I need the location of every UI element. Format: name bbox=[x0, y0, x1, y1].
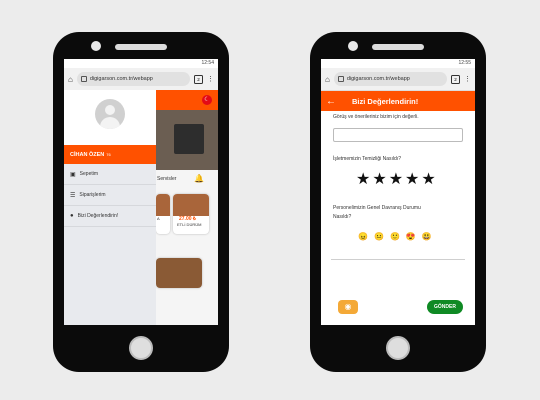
tabs-count-button[interactable]: 2 bbox=[451, 74, 460, 84]
product-name: ETLİ DÜRÜM bbox=[177, 222, 202, 227]
url-text: digigarson.com.tr/webapp bbox=[89, 76, 153, 82]
neutral-face-icon[interactable]: 😐 bbox=[374, 232, 384, 241]
star-icon[interactable]: ★ bbox=[405, 172, 419, 188]
home-button[interactable] bbox=[386, 336, 410, 360]
smile-face-icon[interactable]: 🙂 bbox=[390, 232, 400, 241]
url-bar[interactable]: digigarson.com.tr/webapp bbox=[333, 72, 447, 86]
product-card[interactable]: 27.00 ₺ ETLİ DÜRÜM bbox=[173, 194, 209, 234]
speaker bbox=[115, 44, 167, 50]
tabs-count-button[interactable]: 2 bbox=[194, 74, 203, 84]
lock-icon bbox=[337, 76, 344, 82]
browser-bar: ⌂ digigarson.com.tr/webapp 2 ⋮ bbox=[321, 68, 475, 91]
menu-dots-icon[interactable]: ⋮ bbox=[207, 75, 214, 83]
cleanliness-question: İşletmemizin Temizliği Nasıldı? bbox=[333, 156, 401, 162]
status-bar: 12:54 bbox=[64, 59, 218, 68]
heart-eyes-face-icon[interactable]: 😍 bbox=[406, 232, 416, 241]
status-time: 12:54 bbox=[201, 60, 214, 66]
drawer-item-label: Bizi Değerlendirin! bbox=[77, 213, 119, 219]
status-bar: 12:55 bbox=[321, 59, 475, 68]
drawer-item-bizi-degerlendirin[interactable]: ● Bizi Değerlendirin! bbox=[64, 206, 156, 227]
emoji-rating: 😠 😐 🙂 😍 😃 bbox=[321, 232, 475, 241]
url-bar[interactable]: digigarson.com.tr/webapp bbox=[76, 72, 190, 86]
send-button[interactable]: GÖNDER bbox=[427, 300, 463, 314]
product-image bbox=[156, 194, 170, 216]
front-camera bbox=[91, 41, 101, 51]
bell-icon[interactable]: 🔔 bbox=[194, 174, 204, 183]
status-time: 12:55 bbox=[458, 60, 471, 66]
avatar bbox=[95, 99, 125, 129]
staff-question: Personelimizin Genel Davranış Durumu Nas… bbox=[333, 205, 421, 220]
home-icon[interactable]: ⌂ bbox=[68, 75, 73, 84]
product-image bbox=[156, 258, 202, 288]
user-suffix: 76 bbox=[106, 152, 111, 157]
back-arrow-icon[interactable]: ← bbox=[326, 96, 344, 107]
lock-icon bbox=[80, 76, 87, 82]
drawer-item-siparislerim[interactable]: ☰ Siparişlerim bbox=[64, 185, 156, 206]
product-card[interactable] bbox=[156, 258, 202, 288]
avatar-body bbox=[100, 117, 120, 129]
phone-left: 12:54 ⌂ digigarson.com.tr/webapp 2 ⋮ ☾ S… bbox=[53, 32, 229, 372]
user-name: CİHAN ÖZEN bbox=[70, 152, 105, 158]
turkish-flag-icon[interactable]: ☾ bbox=[202, 95, 212, 105]
product-image bbox=[173, 194, 209, 216]
drawer-item-sepetim[interactable]: ▣ Sepetim bbox=[64, 164, 156, 185]
camera-button[interactable]: ◉ bbox=[338, 300, 358, 314]
feedback-prompt: Görüş ve önerileriniz bizim için değerli… bbox=[333, 114, 419, 120]
angry-face-icon[interactable]: 😠 bbox=[358, 232, 368, 241]
divider bbox=[331, 259, 465, 260]
front-camera bbox=[348, 41, 358, 51]
page-title: Bizi Değerlendirin! bbox=[352, 96, 419, 106]
star-icon[interactable]: ★ bbox=[356, 172, 370, 188]
feedback-input[interactable] bbox=[333, 128, 463, 142]
home-icon[interactable]: ⌂ bbox=[325, 75, 330, 84]
star-icon[interactable]: ★ bbox=[372, 172, 386, 188]
chat-icon: ● bbox=[70, 213, 74, 219]
basket-icon: ▣ bbox=[70, 171, 76, 178]
grin-face-icon[interactable]: 😃 bbox=[422, 232, 432, 241]
camera-icon: ◉ bbox=[344, 302, 352, 311]
hero-image bbox=[154, 110, 218, 170]
phone-right: 12:55 ⌂ digigarson.com.tr/webapp 2 ⋮ ← B… bbox=[310, 32, 486, 372]
drawer-item-label: Siparişlerim bbox=[79, 192, 106, 198]
star-rating: ★ ★ ★ ★ ★ bbox=[321, 172, 475, 188]
services-label[interactable]: Servisler bbox=[157, 176, 176, 182]
product-name: A bbox=[157, 216, 160, 221]
home-button[interactable] bbox=[129, 336, 153, 360]
speaker bbox=[372, 44, 424, 50]
user-name-bar: CİHAN ÖZEN 76 bbox=[64, 145, 156, 164]
list-icon: ☰ bbox=[70, 192, 76, 199]
navigation-drawer: CİHAN ÖZEN 76 ▣ Sepetim ☰ Siparişlerim ● … bbox=[64, 90, 156, 325]
menu-dots-icon[interactable]: ⋮ bbox=[464, 75, 471, 83]
rating-header: ← Bizi Değerlendirin! bbox=[321, 91, 475, 111]
url-text: digigarson.com.tr/webapp bbox=[346, 76, 410, 82]
screen-left: 12:54 ⌂ digigarson.com.tr/webapp 2 ⋮ ☾ S… bbox=[64, 59, 218, 325]
browser-bar: ⌂ digigarson.com.tr/webapp 2 ⋮ bbox=[64, 68, 218, 91]
drawer-item-label: Sepetim bbox=[79, 171, 99, 177]
star-icon[interactable]: ★ bbox=[389, 172, 403, 188]
product-card[interactable]: A bbox=[156, 194, 170, 234]
drawer-profile bbox=[64, 90, 156, 145]
screen-right: 12:55 ⌂ digigarson.com.tr/webapp 2 ⋮ ← B… bbox=[321, 59, 475, 325]
avatar-head bbox=[105, 105, 115, 115]
pos-terminal-image bbox=[174, 124, 204, 154]
star-icon[interactable]: ★ bbox=[421, 172, 435, 188]
